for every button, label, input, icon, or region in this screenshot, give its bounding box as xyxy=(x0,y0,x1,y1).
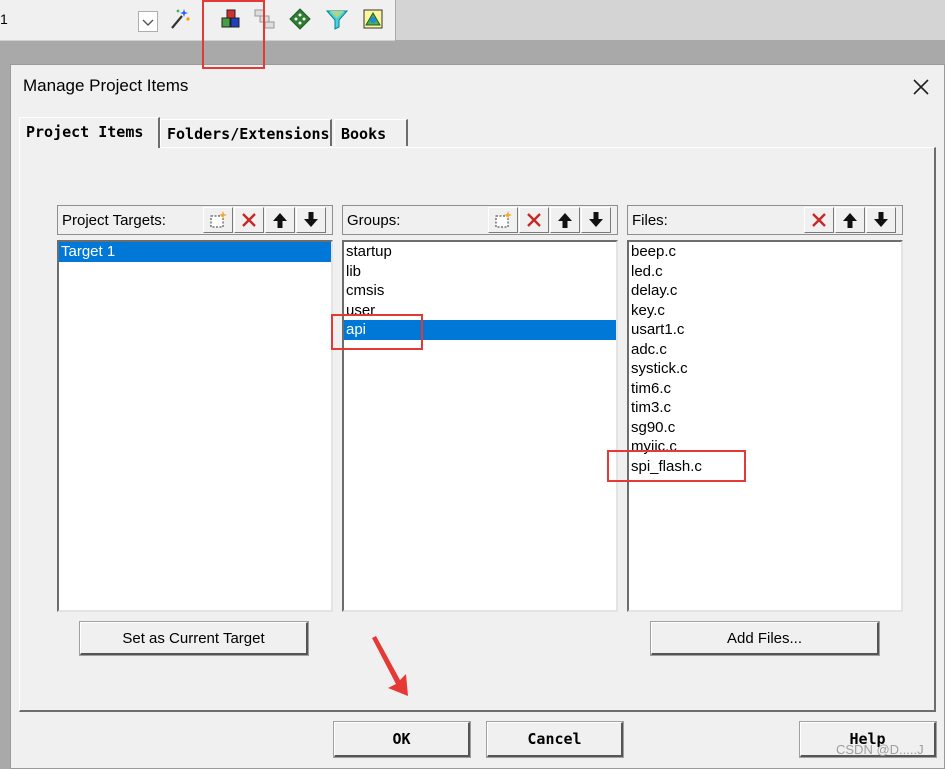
targets-header: Project Targets: xyxy=(57,205,333,235)
move-group-up-button[interactable] xyxy=(550,207,580,233)
arrow-down-icon xyxy=(304,212,318,227)
new-target-button[interactable] xyxy=(203,207,233,233)
project-items-page: Project Targets: Target 1 Groups: startu… xyxy=(19,147,936,712)
delete-icon xyxy=(812,213,826,227)
list-item[interactable]: Target 1 xyxy=(59,242,331,262)
delete-group-button[interactable] xyxy=(519,207,549,233)
toolbar-background xyxy=(396,0,945,40)
ok-button[interactable]: OK xyxy=(334,722,470,757)
close-icon xyxy=(913,79,929,95)
magic-wand-icon[interactable] xyxy=(168,7,192,31)
ide-toolbar: 1 xyxy=(0,0,395,41)
files-listbox[interactable]: beep.c led.c delay.c key.c usart1.c adc.… xyxy=(627,240,903,612)
arrow-up-icon xyxy=(843,213,857,228)
tab-books[interactable]: Books xyxy=(334,119,408,146)
list-item[interactable]: adc.c xyxy=(629,340,901,360)
watermark: CSDN @D.....J xyxy=(836,742,924,757)
annotation-arrow-icon xyxy=(372,636,408,696)
files-label: Files: xyxy=(632,212,668,229)
list-item[interactable]: sg90.c xyxy=(629,418,901,438)
list-item[interactable]: tim3.c xyxy=(629,398,901,418)
targets-listbox[interactable]: Target 1 xyxy=(57,240,333,612)
set-as-current-target-button[interactable]: Set as Current Target xyxy=(80,622,308,655)
move-target-up-button[interactable] xyxy=(265,207,295,233)
list-item[interactable]: myiic.c xyxy=(629,437,901,457)
toolbar-target-text: 1 xyxy=(0,11,8,27)
move-target-down-button[interactable] xyxy=(296,207,326,233)
manage-project-items-dialog: Manage Project Items Project Items Folde… xyxy=(10,64,945,769)
groups-header: Groups: xyxy=(342,205,618,235)
move-file-down-button[interactable] xyxy=(866,207,896,233)
list-item[interactable]: delay.c xyxy=(629,281,901,301)
batch-setup-icon[interactable] xyxy=(253,7,277,31)
green-diamond-icon[interactable] xyxy=(288,7,312,31)
dialog-title: Manage Project Items xyxy=(23,76,189,95)
list-item[interactable]: led.c xyxy=(629,262,901,282)
target-dropdown-button[interactable] xyxy=(138,11,158,32)
close-button[interactable] xyxy=(906,73,936,101)
list-item[interactable]: user xyxy=(344,301,616,321)
list-item[interactable]: usart1.c xyxy=(629,320,901,340)
manage-project-items-icon[interactable] xyxy=(219,7,243,31)
list-item[interactable]: api xyxy=(344,320,616,340)
new-item-icon xyxy=(210,211,227,228)
move-group-down-button[interactable] xyxy=(581,207,611,233)
arrow-up-icon xyxy=(558,213,572,228)
delete-icon xyxy=(242,213,256,227)
list-item[interactable]: systick.c xyxy=(629,359,901,379)
funnel-icon[interactable] xyxy=(325,7,349,31)
list-item[interactable]: key.c xyxy=(629,301,901,321)
list-item[interactable]: beep.c xyxy=(629,242,901,262)
list-item[interactable]: cmsis xyxy=(344,281,616,301)
add-files-button[interactable]: Add Files... xyxy=(651,622,879,655)
list-item[interactable]: startup xyxy=(344,242,616,262)
list-item[interactable]: spi_flash.c xyxy=(629,457,901,477)
cancel-button[interactable]: Cancel xyxy=(487,722,623,757)
list-item[interactable]: lib xyxy=(344,262,616,282)
delete-target-button[interactable] xyxy=(234,207,264,233)
delete-file-button[interactable] xyxy=(804,207,834,233)
files-header: Files: xyxy=(627,205,903,235)
tab-folders-extensions[interactable]: Folders/Extensions xyxy=(160,119,332,146)
new-item-icon xyxy=(495,211,512,228)
targets-label: Project Targets: xyxy=(62,212,166,229)
move-file-up-button[interactable] xyxy=(835,207,865,233)
packs-icon[interactable] xyxy=(361,7,385,31)
groups-listbox[interactable]: startup lib cmsis user api xyxy=(342,240,618,612)
delete-icon xyxy=(527,213,541,227)
arrow-up-icon xyxy=(273,213,287,228)
groups-label: Groups: xyxy=(347,212,401,229)
list-item[interactable]: tim6.c xyxy=(629,379,901,399)
arrow-down-icon xyxy=(589,212,603,227)
tab-project-items[interactable]: Project Items xyxy=(19,117,160,148)
arrow-down-icon xyxy=(874,212,888,227)
new-group-button[interactable] xyxy=(488,207,518,233)
